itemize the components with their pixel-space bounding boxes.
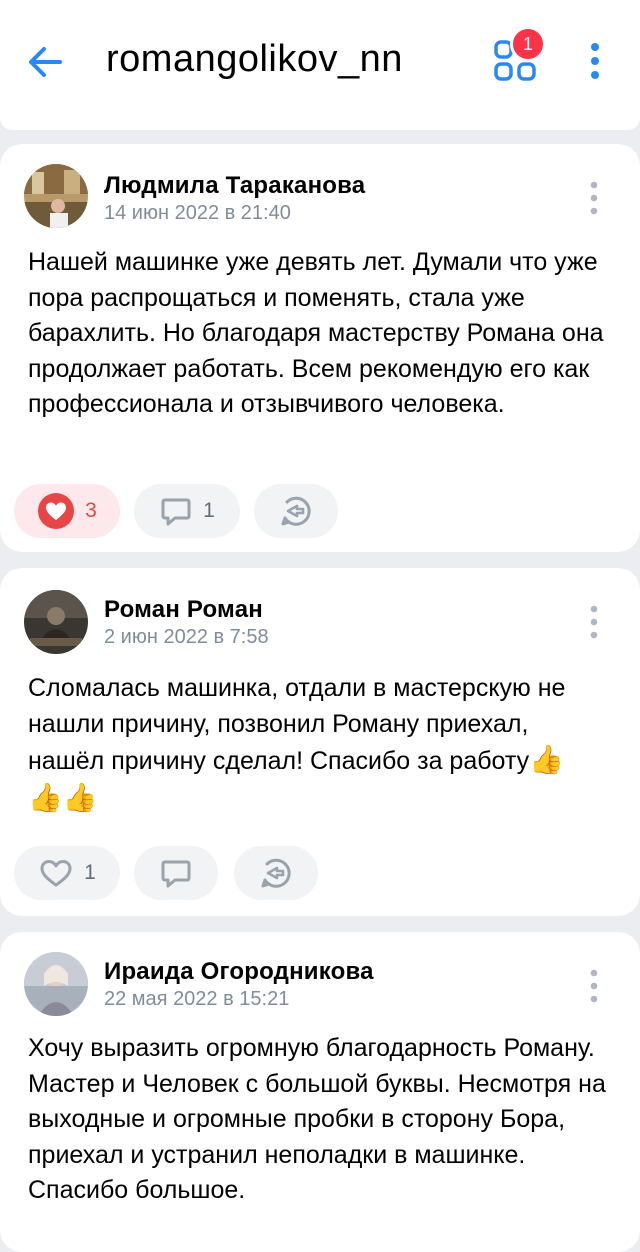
comment-count: 1 bbox=[203, 499, 215, 522]
share-icon bbox=[261, 858, 291, 888]
thumbs-up-emoji: 👍 bbox=[529, 744, 565, 775]
post-author[interactable]: Людмила Тараканова bbox=[104, 172, 365, 200]
post-text: Нашей машинке уже девять лет. Думали что… bbox=[28, 248, 604, 418]
avatar[interactable] bbox=[24, 952, 88, 1016]
heart-icon bbox=[38, 493, 75, 529]
more-vertical-icon[interactable] bbox=[580, 604, 608, 640]
post-date[interactable]: 22 мая 2022 в 15:21 bbox=[104, 988, 289, 1011]
like-button[interactable]: 1 bbox=[14, 846, 120, 900]
comment-button[interactable]: 1 bbox=[134, 484, 240, 538]
post-text-line: нашёл причину сделал! Спасибо за работу👍 bbox=[28, 744, 565, 775]
avatar[interactable] bbox=[24, 590, 88, 654]
post-card: Роман Роман 2 июн 2022 в 7:58 Сломалась … bbox=[0, 568, 640, 916]
page-title: romangolikov_nn bbox=[106, 38, 403, 80]
post-date[interactable]: 2 июн 2022 в 7:58 bbox=[104, 626, 269, 649]
more-vertical-icon[interactable] bbox=[580, 180, 608, 216]
more-vertical-icon[interactable] bbox=[580, 968, 608, 1004]
post-card: Ираида Огородникова 22 мая 2022 в 15:21 … bbox=[0, 932, 640, 1252]
notification-badge: 1 bbox=[510, 26, 546, 62]
heart-outline-icon bbox=[40, 860, 72, 887]
like-button[interactable]: 3 bbox=[14, 484, 120, 538]
comment-button[interactable] bbox=[134, 846, 218, 900]
share-icon bbox=[281, 496, 311, 526]
post-card: Людмила Тараканова 14 июн 2022 в 21:40 Н… bbox=[0, 144, 640, 552]
comment-icon bbox=[161, 498, 191, 526]
back-arrow-icon[interactable] bbox=[22, 40, 70, 84]
post-text: Сломалась машинка, отдали в мастерскую н… bbox=[28, 671, 618, 817]
thumbs-up-emoji: 👍 bbox=[28, 781, 63, 813]
avatar[interactable] bbox=[24, 164, 88, 228]
share-button[interactable] bbox=[234, 846, 318, 900]
more-vertical-icon[interactable] bbox=[580, 40, 610, 82]
post-text: Хочу выразить огромную благодарность Ром… bbox=[28, 1034, 606, 1204]
post-author[interactable]: Роман Роман bbox=[104, 596, 263, 624]
like-count: 3 bbox=[85, 499, 97, 522]
post-text-line: Сломалась машинка, отдали в мастерскую н… bbox=[28, 674, 566, 702]
share-button[interactable] bbox=[254, 484, 338, 538]
post-text-line: 👍👍 bbox=[28, 780, 618, 818]
thumbs-up-emoji: 👍 bbox=[62, 781, 98, 813]
post-text-line: нашли причину, позвонил Роману приехал, bbox=[28, 709, 529, 738]
post-author[interactable]: Ираида Огородникова bbox=[104, 958, 374, 986]
post-date[interactable]: 14 июн 2022 в 21:40 bbox=[104, 202, 291, 225]
top-bar: romangolikov_nn 1 bbox=[0, 0, 640, 118]
previous-post-card-edge bbox=[0, 118, 640, 130]
like-count: 1 bbox=[84, 861, 96, 884]
comment-icon bbox=[161, 860, 191, 888]
